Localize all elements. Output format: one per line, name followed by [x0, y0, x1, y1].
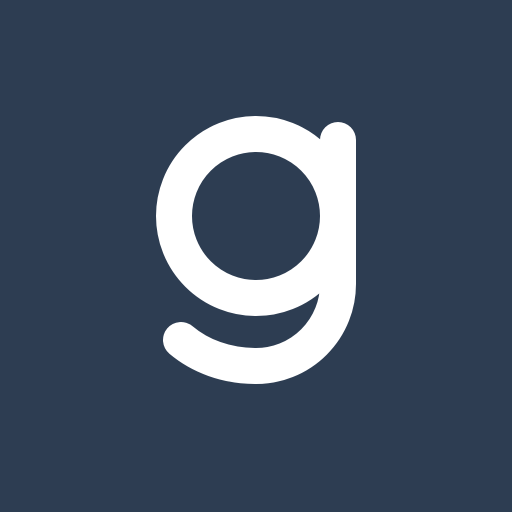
- app-icon: [0, 0, 512, 512]
- g-logo-icon: [156, 116, 356, 385]
